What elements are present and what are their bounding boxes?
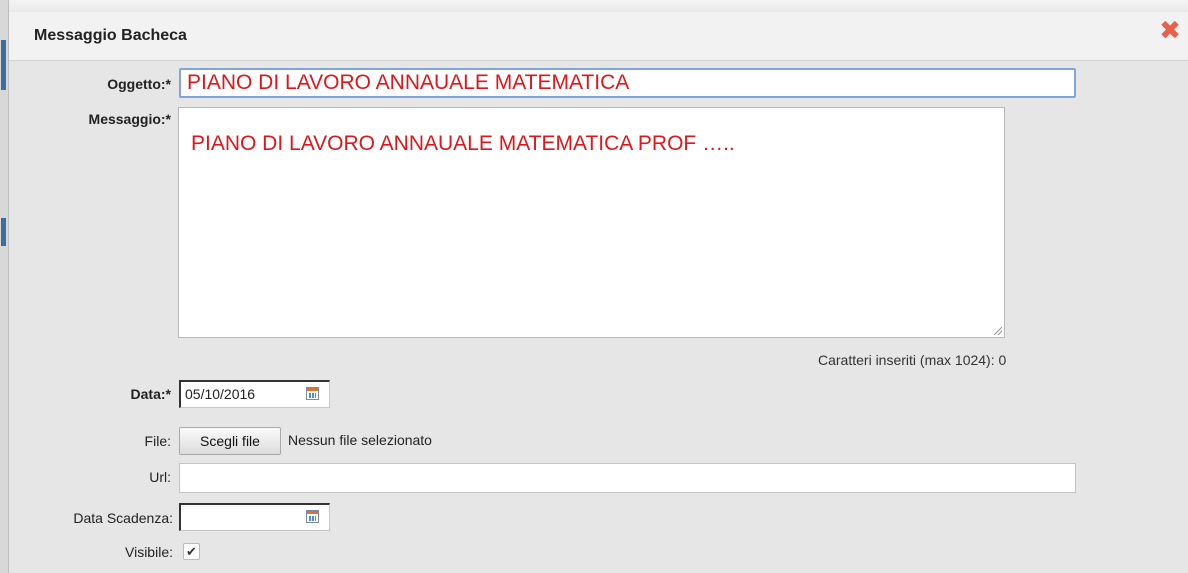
resize-grip-icon[interactable] (994, 327, 1002, 335)
data-scadenza-input[interactable] (179, 503, 330, 531)
visibile-checkbox[interactable]: ✔ (183, 543, 200, 560)
dialog-title: Messaggio Bacheca (34, 27, 187, 44)
dialog-top-shadow (9, 0, 1188, 12)
oggetto-label: Oggetto:* (107, 76, 171, 92)
url-label: Url: (149, 469, 171, 485)
character-counter: Caratteri inseriti (max 1024): 0 (818, 352, 1007, 368)
oggetto-input[interactable]: PIANO DI LAVORO ANNAUALE MATEMATICA (179, 68, 1076, 98)
messaggio-textarea[interactable]: PIANO DI LAVORO ANNAUALE MATEMATICA PROF… (178, 107, 1005, 338)
visibile-label: Visibile: (125, 544, 173, 560)
calendar-icon[interactable] (306, 387, 319, 400)
data-value: 05/10/2016 (185, 386, 256, 402)
close-icon[interactable]: ✖ (1158, 17, 1182, 43)
data-label: Data:* (130, 386, 171, 402)
choose-file-button[interactable]: Scegli file (179, 427, 281, 455)
edge-marker (1, 218, 6, 246)
url-input[interactable] (179, 463, 1076, 493)
file-label: File: (144, 433, 171, 449)
data-input[interactable]: 05/10/2016 (179, 380, 330, 408)
messaggio-text: PIANO DI LAVORO ANNAUALE MATEMATICA PROF… (191, 132, 735, 155)
data-scadenza-label: Data Scadenza: (73, 510, 173, 526)
file-status: Nessun file selezionato (288, 432, 432, 448)
dialog-title-bar: Messaggio Bacheca ✖ (9, 12, 1188, 61)
edge-marker (1, 40, 6, 90)
messaggio-label: Messaggio:* (88, 111, 171, 127)
background-window-edge (0, 0, 9, 573)
calendar-icon[interactable] (306, 510, 319, 523)
